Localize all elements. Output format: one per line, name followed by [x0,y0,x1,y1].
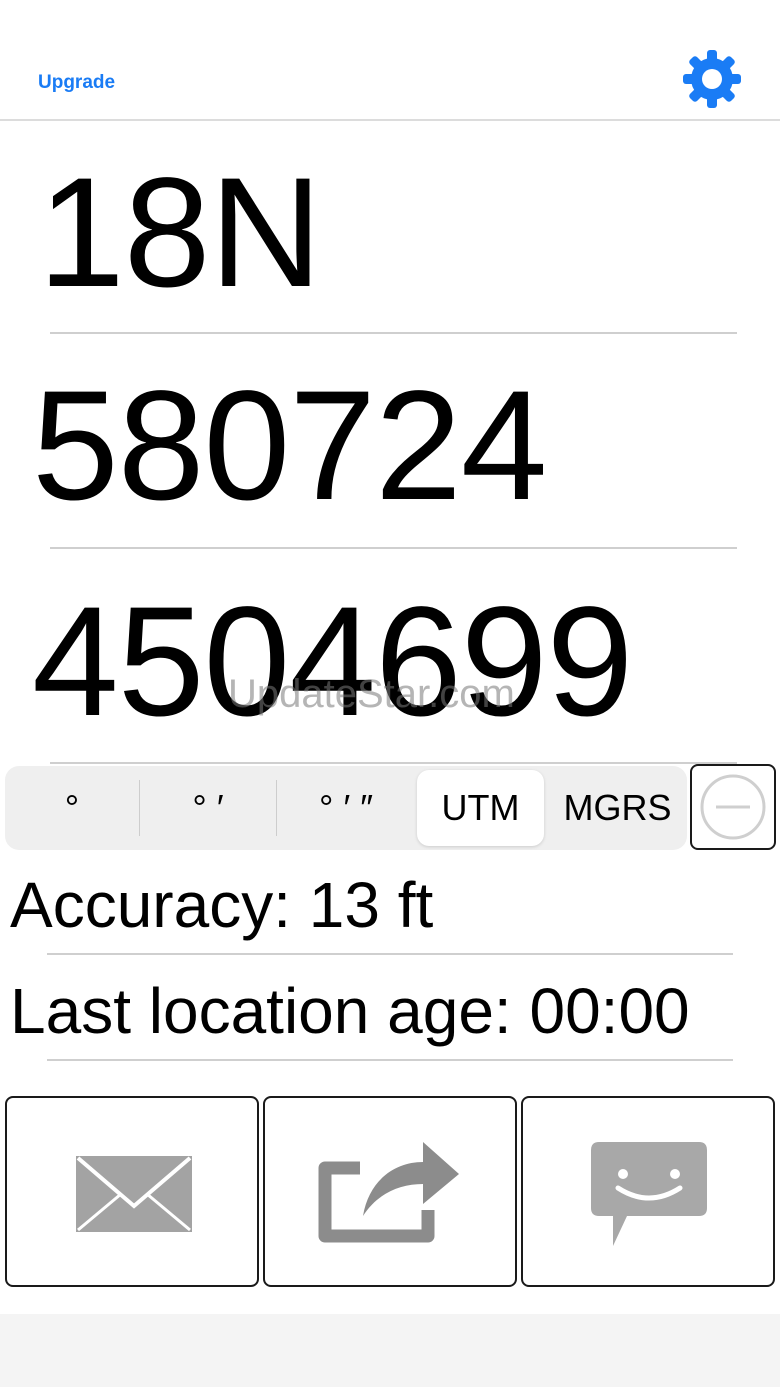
utm-easting: 580724 [32,359,548,533]
settings-button[interactable] [680,47,744,111]
navigation-bar: Upgrade [0,0,780,121]
format-utm[interactable]: UTM [417,766,544,850]
location-age-readout: Last location age: 00:00 [10,975,690,1047]
format-mgrs[interactable]: MGRS [548,766,687,850]
remove-button[interactable] [690,764,776,850]
email-icon [76,1156,192,1232]
share-button[interactable] [263,1096,517,1287]
message-button[interactable] [521,1096,775,1287]
format-degrees-minutes-seconds[interactable]: ° ′ ″ [277,766,415,850]
gear-icon [683,50,741,108]
minus-circle-icon [700,774,766,840]
upgrade-button[interactable]: Upgrade [38,72,115,94]
email-button[interactable] [5,1096,259,1287]
message-icon [591,1142,707,1246]
format-degrees-minutes[interactable]: ° ′ [140,766,276,850]
divider [50,762,737,764]
coordinate-format-selector: ° ° ′ ° ′ ″ UTM MGRS [5,766,687,850]
divider [50,547,737,549]
share-icon [318,1142,459,1243]
utm-zone: 18N [38,146,322,320]
bottom-bar [0,1314,780,1387]
divider [47,953,733,955]
accuracy-readout: Accuracy: 13 ft [10,869,434,941]
divider [47,1059,733,1061]
format-degrees[interactable]: ° [5,766,139,850]
watermark: UpdateStar.com [228,672,515,716]
divider [50,332,737,334]
